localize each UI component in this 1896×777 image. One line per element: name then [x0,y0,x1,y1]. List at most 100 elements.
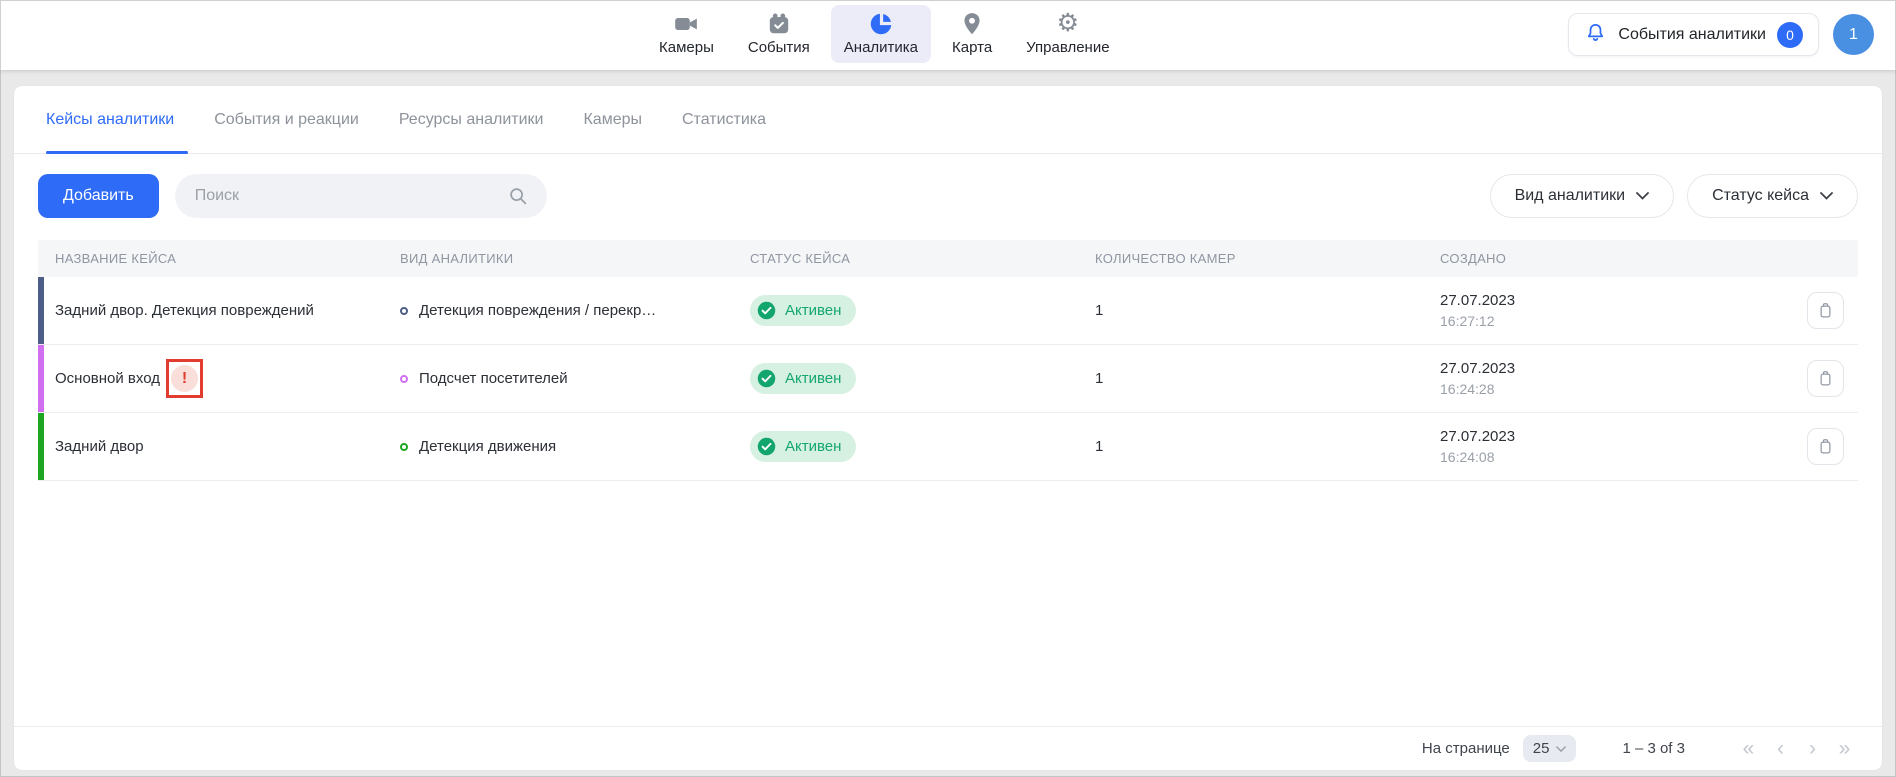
tab-3[interactable]: Ресурсы аналитики [399,86,544,153]
status-label: Активен [785,302,841,319]
case-name: Задний двор. Детекция повреждений [55,302,314,319]
analytics-type: Детекция движения [419,438,556,455]
analytics-type-icon [400,443,408,451]
main-nav: Камеры События Аналитика Карта ⚙ Управление [646,5,1123,63]
nav-item-gear[interactable]: ⚙ Управление [1013,5,1122,63]
table-body: Задний двор. Детекция повреждений Детекци… [38,277,1858,481]
topbar: Камеры События Аналитика Карта ⚙ Управление С… [0,0,1896,70]
case-name-cell: Задний двор. Детекция повреждений [38,302,400,319]
nav-item-analytics[interactable]: Аналитика [831,5,931,63]
prev-page-button[interactable]: ‹ [1769,738,1792,759]
case-name: Задний двор [55,438,144,455]
column-header: ВИД АНАЛИТИКИ [400,251,750,266]
status-badge: Активен [750,431,856,462]
trash-icon [1816,369,1835,388]
tab-5[interactable]: Статистика [682,86,766,153]
status-label: Активен [785,438,841,455]
filter-label: Статус кейса [1712,187,1809,205]
case-color-bar [38,413,44,480]
delete-button[interactable] [1807,428,1844,465]
tab-4[interactable]: Камеры [583,86,642,153]
analytics-type-icon [400,375,408,383]
tab-1[interactable]: Кейсы аналитики [46,86,174,153]
status-cell: Активен [750,431,1095,462]
camera-icon [673,10,699,37]
actions-cell [1770,292,1858,329]
gear-icon: ⚙ [1057,10,1079,37]
warning-icon: ! [171,365,198,392]
events-icon [766,10,792,37]
camera-count: 1 [1095,302,1440,319]
case-name: Основной вход [55,370,160,387]
tabs: Кейсы аналитики События и реакции Ресурсы … [14,86,1882,154]
per-page-select[interactable]: 25 [1523,735,1577,762]
cases-table: НАЗВАНИЕ КЕЙСАВИД АНАЛИТИКИСТАТУС КЕЙСАК… [38,240,1858,481]
nav-item-camera[interactable]: Камеры [646,5,727,63]
tab-2[interactable]: События и реакции [214,86,359,153]
warning-highlight-box: ! [166,359,203,398]
created-time: 16:24:08 [1440,449,1770,465]
check-circle-icon [756,300,777,321]
empty-space [14,481,1882,726]
created-cell: 27.07.2023 16:24:08 [1440,428,1770,465]
table-row[interactable]: Основной вход! Подсчет посетителей Активен… [38,345,1858,413]
created-cell: 27.07.2023 16:27:12 [1440,292,1770,329]
nav-item-events[interactable]: События [735,5,823,63]
nav-item-label: Карта [952,39,992,56]
status-badge: Активен [750,295,856,326]
analytics-events-button[interactable]: События аналитики 0 [1568,13,1819,56]
toolbar: Добавить Вид аналитики Статус кейса [14,154,1882,218]
column-header: СТАТУС КЕЙСА [750,251,1095,266]
filter-dropdown-1[interactable]: Вид аналитики [1490,174,1675,218]
add-button[interactable]: Добавить [38,174,159,218]
delete-button[interactable] [1807,360,1844,397]
created-date: 27.07.2023 [1440,428,1770,445]
events-button-label: События аналитики [1618,26,1766,44]
status-badge: Активен [750,363,856,394]
nav-item-label: Камеры [659,39,714,56]
status-label: Активен [785,370,841,387]
table-row[interactable]: Задний двор Детекция движения Активен 127.0… [38,413,1858,481]
events-count-badge: 0 [1777,22,1803,48]
chevron-down-icon [1820,192,1833,200]
camera-count: 1 [1095,438,1440,455]
topbar-right: События аналитики 0 1 [1568,13,1874,56]
analytics-icon [868,10,894,37]
analytics-type: Подсчет посетителей [419,370,568,387]
case-color-bar [38,345,44,412]
trash-icon [1816,301,1835,320]
delete-button[interactable] [1807,292,1844,329]
first-page-button[interactable]: « [1737,738,1760,759]
check-circle-icon [756,436,777,457]
trash-icon [1816,437,1835,456]
last-page-button[interactable]: » [1833,738,1856,759]
filters: Вид аналитики Статус кейса [1490,174,1858,218]
next-page-button[interactable]: › [1801,738,1824,759]
chevron-down-icon [1636,192,1649,200]
actions-cell [1770,360,1858,397]
map-pin-icon [959,10,985,37]
case-color-bar [38,277,44,344]
pagination-nav: « ‹ › » [1737,738,1856,759]
nav-item-label: Управление [1026,39,1109,56]
search-icon [507,185,529,207]
search-input[interactable] [193,186,497,206]
created-cell: 27.07.202316:24:28 [1440,360,1770,397]
case-name-cell: Основной вход! [38,359,400,398]
status-cell: Активен [750,363,1095,394]
filter-dropdown-2[interactable]: Статус кейса [1687,174,1858,218]
pagination: На странице 25 1 – 3 of 3 « ‹ › » [14,726,1882,770]
search-box[interactable] [175,174,547,218]
analytics-type-icon [400,307,408,315]
created-date: 27.07.2023 [1440,292,1770,309]
avatar[interactable]: 1 [1833,14,1874,55]
column-header: КОЛИЧЕСТВО КАМЕР [1095,251,1440,266]
nav-item-label: События [748,39,810,56]
case-name-cell: Задний двор [38,438,400,455]
analytics-card: Кейсы аналитики События и реакции Ресурсы … [14,86,1882,770]
page: Кейсы аналитики События и реакции Ресурсы … [0,70,1896,770]
nav-item-map-pin[interactable]: Карта [939,5,1005,63]
table-row[interactable]: Задний двор. Детекция поврежденийДетекци… [38,277,1858,345]
status-cell: Активен [750,295,1095,326]
created-time: 16:27:12 [1440,313,1770,329]
